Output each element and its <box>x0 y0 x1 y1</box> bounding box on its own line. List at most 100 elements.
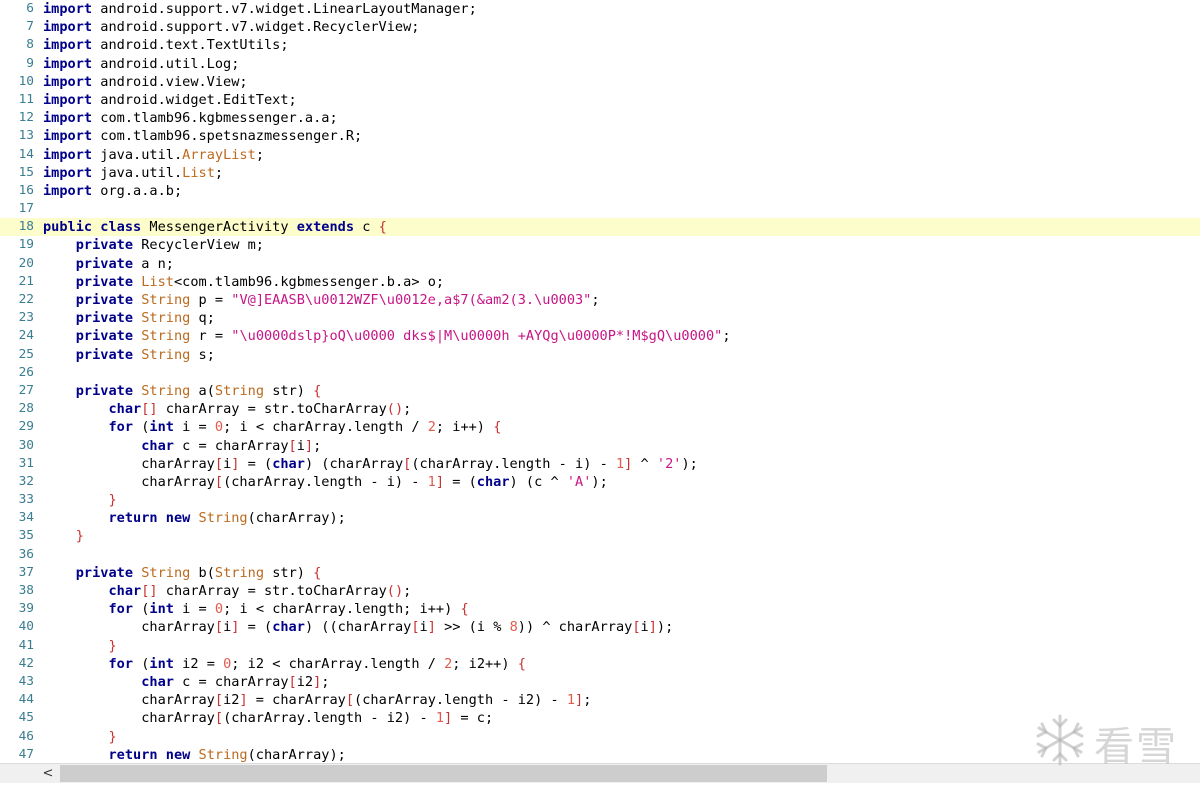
code-line[interactable]: 29 for (int i = 0; i < charArray.length … <box>0 418 1200 436</box>
code-line[interactable]: 35 } <box>0 527 1200 545</box>
code-line[interactable]: 16 import org.a.a.b; <box>0 182 1200 200</box>
code-text: char[] charArray = str.toCharArray(); <box>43 582 411 600</box>
code-line[interactable]: 22 private String p = "V@]EAASB\u0012WZF… <box>0 291 1200 309</box>
code-line[interactable]: 7 import android.support.v7.widget.Recycl… <box>0 18 1200 36</box>
code-text: public class MessengerActivity extends c… <box>43 218 387 236</box>
code-token: str) <box>264 564 314 581</box>
code-line[interactable]: 43 char c = charArray[i2]; <box>0 673 1200 691</box>
code-editor[interactable]: 6 import android.support.v7.widget.Linear… <box>0 0 1200 763</box>
code-line[interactable]: 20 private a n; <box>0 255 1200 273</box>
code-token: import <box>43 182 93 199</box>
code-token: int <box>149 655 174 672</box>
code-line[interactable]: 14 import java.util.ArrayList; <box>0 146 1200 164</box>
code-token: [ <box>214 710 224 727</box>
code-line[interactable]: 9 import android.util.Log; <box>0 55 1200 73</box>
line-number: 10 <box>18 73 34 89</box>
code-token: 8 <box>509 619 518 636</box>
code-text: private String q; <box>43 309 215 327</box>
code-token: >> (i % <box>435 619 510 636</box>
code-line[interactable]: 21 private List<com.tlamb96.kgbmessenger… <box>0 273 1200 291</box>
code-line[interactable]: 27 private String a(String str) { <box>0 382 1200 400</box>
code-line[interactable]: 37 private String b(String str) { <box>0 564 1200 582</box>
code-line[interactable]: 36 <box>0 546 1200 564</box>
code-token: i <box>640 619 649 636</box>
code-line[interactable]: 31 charArray[i] = (char) (charArray[(cha… <box>0 455 1200 473</box>
code-token: return new <box>108 746 191 763</box>
code-line[interactable]: 8 import android.text.TextUtils; <box>0 36 1200 54</box>
line-number: 34 <box>18 510 34 526</box>
code-line[interactable]: 17 <box>0 200 1200 218</box>
code-token: ); <box>681 455 698 472</box>
code-line[interactable]: 28 char[] charArray = str.toCharArray(); <box>0 400 1200 418</box>
code-token: String <box>198 510 248 527</box>
code-token: String <box>141 346 191 363</box>
code-line[interactable]: 18 public class MessengerActivity extends… <box>0 218 1200 237</box>
code-line[interactable]: 11 import android.widget.EditText; <box>0 91 1200 109</box>
code-line[interactable]: 34 return new String(charArray); <box>0 509 1200 527</box>
code-token: import <box>43 91 93 108</box>
code-line[interactable]: 32 charArray[(charArray.length - i) - 1]… <box>0 473 1200 491</box>
horizontal-scrollbar[interactable]: < <box>0 763 1200 783</box>
code-token: String <box>141 382 191 399</box>
line-number: 46 <box>18 728 34 744</box>
code-token: android.support.v7.widget.LinearLayoutMa… <box>92 1 477 17</box>
code-line[interactable]: 26 <box>0 364 1200 382</box>
code-text: private List<com.tlamb96.kgbmessenger.b.… <box>43 273 444 291</box>
code-token: charArray = str.toCharArray <box>157 401 387 418</box>
scroll-thumb[interactable] <box>60 765 827 782</box>
code-line[interactable]: 44 charArray[i2] = charArray[(charArray.… <box>0 691 1200 709</box>
code-token: String <box>141 328 191 345</box>
code-text: char c = charArray[i]; <box>43 437 321 455</box>
code-text: private String a(String str) { <box>43 382 322 400</box>
code-text: } <box>43 637 116 655</box>
code-token: ; i < charArray.length / <box>223 419 428 436</box>
code-line[interactable]: 45 charArray[(charArray.length - i2) - 1… <box>0 709 1200 727</box>
code-token: { <box>313 382 322 399</box>
code-line[interactable]: 42 for (int i2 = 0; i2 < charArray.lengt… <box>0 655 1200 673</box>
code-line[interactable]: 41 } <box>0 637 1200 655</box>
code-token: a( <box>190 382 215 399</box>
code-line[interactable]: 38 char[] charArray = str.toCharArray(); <box>0 582 1200 600</box>
line-number: 6 <box>26 1 34 16</box>
code-line[interactable]: 13 import com.tlamb96.spetsnazmessenger.R… <box>0 127 1200 145</box>
code-line[interactable]: 15 import java.util.List; <box>0 164 1200 182</box>
code-token: ; i2 < charArray.length / <box>231 655 445 672</box>
code-text: import java.util.ArrayList; <box>43 146 264 164</box>
code-line[interactable]: 39 for (int i = 0; i < charArray.length;… <box>0 600 1200 618</box>
code-text: import android.support.v7.widget.LinearL… <box>43 0 477 18</box>
code-token: 1 <box>435 710 445 727</box>
code-line[interactable]: 10 import android.view.View; <box>0 73 1200 91</box>
code-line[interactable]: 19 private RecyclerView m; <box>0 236 1200 254</box>
code-line[interactable]: 40 charArray[i] = (char) ((charArray[i] … <box>0 618 1200 636</box>
code-line[interactable]: 12 import com.tlamb96.kgbmessenger.a.a; <box>0 109 1200 127</box>
code-line[interactable]: 23 private String q; <box>0 309 1200 327</box>
code-token: for <box>108 601 134 618</box>
code-line[interactable]: 46 } <box>0 728 1200 746</box>
code-token: String <box>141 310 191 327</box>
code-text: import java.util.List; <box>43 164 223 182</box>
code-line[interactable]: 47 return new String(charArray); <box>0 746 1200 763</box>
code-text: char[] charArray = str.toCharArray(); <box>43 400 411 418</box>
code-token: = c; <box>452 710 494 727</box>
scroll-left-arrow-icon[interactable]: < <box>40 766 56 782</box>
code-token: private <box>75 237 134 254</box>
code-token: (charArray.length - i) - <box>223 473 428 490</box>
code-line[interactable]: 24 private String r = "\u0000dslp}oQ\u00… <box>0 327 1200 345</box>
code-line[interactable]: 6 import android.support.v7.widget.Linear… <box>0 0 1200 18</box>
code-token: ); <box>591 473 608 490</box>
code-token: 1 <box>615 455 625 472</box>
code-token: c <box>354 219 379 236</box>
code-line[interactable]: 30 char c = charArray[i]; <box>0 437 1200 455</box>
code-token: android.text.TextUtils; <box>92 37 289 54</box>
code-token: android.util.Log; <box>92 55 240 72</box>
code-line[interactable]: 33 } <box>0 491 1200 509</box>
code-line[interactable]: 25 private String s; <box>0 346 1200 364</box>
